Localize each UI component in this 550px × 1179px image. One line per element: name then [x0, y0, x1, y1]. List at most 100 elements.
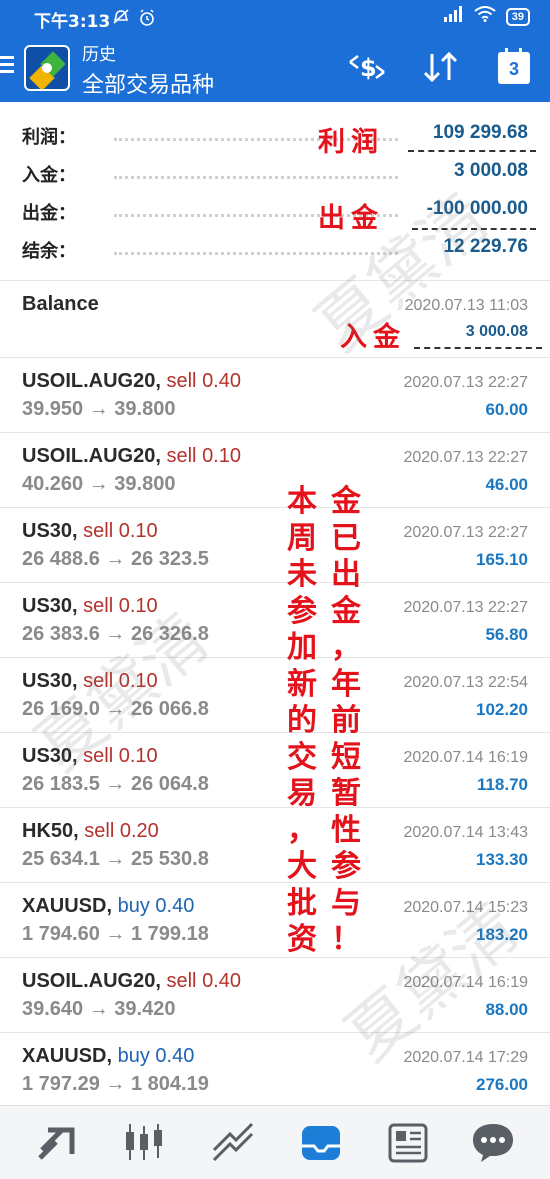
symbol-name: XAUUSD, [22, 895, 113, 917]
annotation-char: 资 [287, 922, 317, 957]
summary-value: -100 000.00 [426, 198, 528, 219]
annotation-char: 周 [287, 520, 317, 556]
trade-date: 2020.07.14 17:29 [403, 1049, 528, 1066]
trade-row[interactable]: USOIL.AUG20, sell 0.10 40.260 → 39.800 202… [0, 432, 550, 507]
messages-icon[interactable] [468, 1120, 518, 1164]
symbol-name: US30, [22, 745, 78, 767]
trade-date: 2020.07.13 22:27 [403, 599, 528, 616]
direction-label: sell [83, 670, 114, 692]
summary-value: 109 299.68 [432, 122, 528, 143]
trade-symbol: US30, sell 0.10 [22, 595, 158, 618]
direction-label: sell [83, 745, 114, 767]
trade-symbol: HK50, sell 0.20 [22, 820, 159, 843]
trade-prices: 26 488.6 → 26 323.5 [22, 548, 209, 570]
balance-row[interactable]: Balance 2020.07.13 11:03 3 000.08 [0, 281, 550, 353]
annotation-char: ， [331, 630, 361, 665]
trade-direction: sell 0.20 [84, 820, 159, 842]
bottom-navigation [0, 1105, 550, 1179]
trade-direction: sell 0.10 [83, 520, 158, 542]
trade-row[interactable]: US30, sell 0.10 26 383.6 → 26 326.8 2020.0… [0, 582, 550, 657]
calendar-icon[interactable]: 3 [498, 48, 530, 84]
trade-date: 2020.07.13 22:27 [403, 449, 528, 466]
trade-symbol: USOIL.AUG20, sell 0.40 [22, 370, 241, 393]
trade-symbol: US30, sell 0.10 [22, 520, 158, 543]
trade-prices: 40.260 → 39.800 [22, 473, 176, 495]
trade-date: 2020.07.13 22:27 [403, 524, 528, 541]
symbol-name: USOIL.AUG20, [22, 370, 161, 392]
annotation-char: 暂 [331, 776, 361, 811]
trade-row[interactable]: US30, sell 0.10 26 169.0 → 26 066.8 2020.0… [0, 657, 550, 732]
trade-date: 2020.07.13 22:27 [403, 374, 528, 391]
trade-prices: 26 183.5 → 26 064.8 [22, 773, 209, 795]
annotation-column-left: 本周未参加新的交易，大批资 [284, 484, 320, 959]
trade-direction: buy 0.40 [118, 895, 195, 917]
chart-icon[interactable] [120, 1120, 170, 1164]
summary-label: 出金： [22, 203, 76, 224]
summary-label: 结余： [22, 241, 76, 262]
annotation-char: 已 [331, 520, 361, 556]
symbol-name: XAUUSD, [22, 1045, 113, 1067]
annotation-char: 的 [287, 703, 317, 738]
wifi-icon [474, 6, 496, 27]
direction-label: buy [117, 895, 150, 917]
app-bar: 历史 全部交易品种 $ 3 [0, 34, 550, 102]
trade-profit: 183.20 [476, 925, 528, 944]
direction-label: sell [166, 445, 197, 467]
annotation-char: 性 [331, 812, 361, 848]
trade-direction: buy 0.40 [118, 1045, 195, 1067]
annotation-underline [412, 228, 536, 230]
symbol-name: HK50, [22, 820, 79, 842]
history-icon[interactable] [296, 1120, 346, 1164]
summary-row-profit: 利润： 109 299.68 [22, 120, 528, 150]
annotation-char: ！ [331, 922, 361, 957]
annotation-char: ， [287, 812, 317, 848]
trade-row[interactable]: USOIL.AUG20, sell 0.40 39.640 → 39.420 202… [0, 957, 550, 1032]
trade-row[interactable]: USOIL.AUG20, sell 0.40 39.950 → 39.800 202… [0, 357, 550, 432]
trade-symbol: USOIL.AUG20, sell 0.10 [22, 445, 241, 468]
currency-exchange-icon[interactable]: $ [348, 50, 386, 91]
symbol-filter-title[interactable]: 全部交易品种 [82, 67, 214, 99]
volume-label: 0.10 [118, 745, 158, 767]
trade-row[interactable]: US30, sell 0.10 26 183.5 → 26 064.8 2020.0… [0, 732, 550, 807]
annotation-char: 前 [331, 703, 361, 738]
annotation-char: 年 [331, 666, 361, 702]
trade-date: 2020.07.14 13:43 [403, 824, 528, 841]
alarm-icon [138, 9, 156, 30]
trade-profit: 60.00 [485, 400, 528, 419]
status-time: 下午3:13 [34, 12, 111, 32]
direction-label: sell [84, 820, 115, 842]
trade-direction: sell 0.10 [83, 595, 158, 617]
trade-row[interactable]: XAUUSD, buy 0.40 1 797.29 → 1 804.19 2020.… [0, 1032, 550, 1107]
sort-icon[interactable] [422, 50, 460, 91]
trade-direction: sell 0.40 [166, 970, 241, 992]
symbol-name: USOIL.AUG20, [22, 445, 161, 467]
trade-profit: 133.30 [476, 850, 528, 869]
trade-row[interactable]: HK50, sell 0.20 25 634.1 → 25 530.8 2020.0… [0, 807, 550, 882]
trade-symbol: XAUUSD, buy 0.40 [22, 895, 194, 918]
trade-row[interactable]: US30, sell 0.10 26 488.6 → 26 323.5 2020.0… [0, 507, 550, 582]
trade-icon[interactable] [208, 1120, 258, 1164]
annotation-column-right: 金已出金，年前短暂性参与！ [328, 484, 364, 959]
status-bar: 下午3:13 39 [0, 0, 550, 34]
annotation-char: 交 [287, 739, 317, 775]
annotation-char: 加 [287, 630, 317, 665]
summary-row-withdrawal: 出金： -100 000.00 [22, 196, 528, 226]
summary-value: 12 229.76 [443, 236, 528, 257]
trade-prices: 26 169.0 → 26 066.8 [22, 698, 209, 720]
annotation-char: 短 [331, 739, 361, 775]
notification-muted-icon [112, 9, 130, 28]
summary-value: 3 000.08 [454, 160, 528, 181]
trade-symbol: XAUUSD, buy 0.40 [22, 1045, 194, 1068]
svg-text:$: $ [360, 54, 377, 82]
trade-prices: 39.950 → 39.800 [22, 398, 176, 420]
app-subtitle: 历史 [82, 45, 116, 65]
symbol-name: USOIL.AUG20, [22, 970, 161, 992]
trade-profit: 88.00 [485, 1000, 528, 1019]
annotation-char: 与 [331, 885, 361, 921]
trade-row[interactable]: XAUUSD, buy 0.40 1 794.60 → 1 799.18 2020.… [0, 882, 550, 957]
news-icon[interactable] [384, 1120, 434, 1164]
quotes-icon[interactable] [32, 1120, 82, 1164]
menu-icon[interactable] [0, 56, 14, 76]
direction-label: sell [166, 970, 197, 992]
trade-symbol: US30, sell 0.10 [22, 670, 158, 693]
